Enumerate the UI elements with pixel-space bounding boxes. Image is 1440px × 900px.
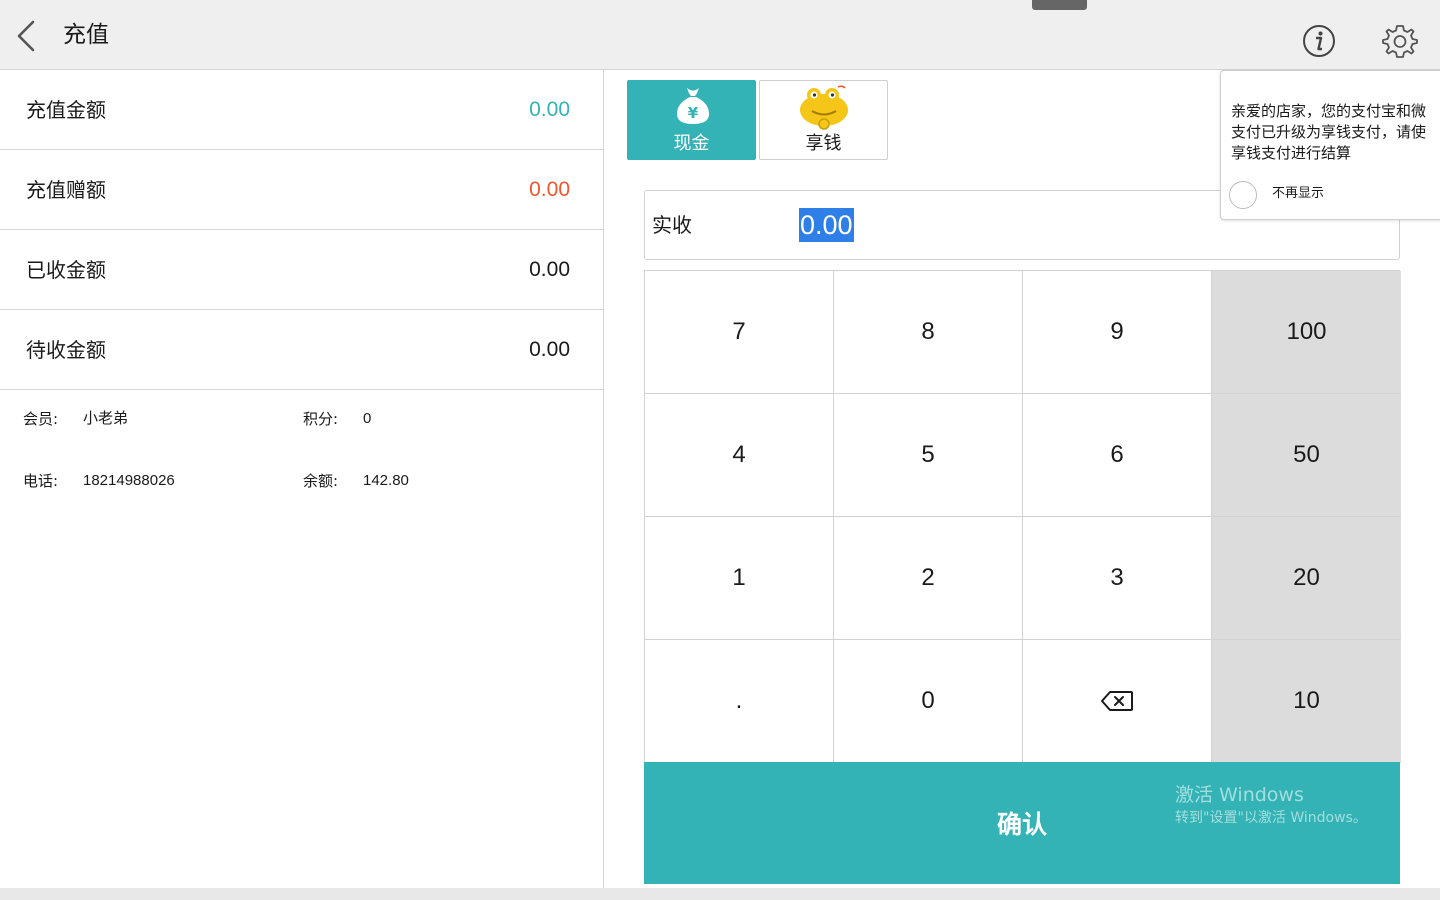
- received-amount-value: 0.00: [529, 258, 570, 281]
- key-backspace[interactable]: [1023, 640, 1212, 763]
- notice-line-1: 亲爱的店家，您的支付宝和微: [1231, 102, 1427, 120]
- info-icon: [1303, 25, 1335, 57]
- backspace-icon: [1101, 691, 1133, 711]
- recharge-amount-value: 0.00: [529, 98, 570, 121]
- key-4[interactable]: 4: [645, 394, 834, 517]
- key-1[interactable]: 1: [645, 517, 834, 640]
- key-0[interactable]: 0: [834, 640, 1023, 763]
- pending-amount-label: 待收金额: [26, 338, 106, 362]
- dont-show-again-label[interactable]: 不再显示: [1272, 185, 1324, 203]
- payment-tab-cash[interactable]: ¥ 现金: [627, 80, 756, 160]
- dont-show-again-checkbox[interactable]: [1229, 181, 1257, 209]
- balance-value: 142.80: [363, 472, 409, 489]
- notice-text: 亲爱的店家，您的支付宝和微 支付已升级为享钱支付，请使 享钱支付进行结算: [1231, 101, 1440, 164]
- recharge-summary-panel: 充值金额 0.00 充值赠额 0.00 已收金额 0.00 待收金额 0.00 …: [0, 70, 604, 888]
- info-button[interactable]: [1302, 24, 1336, 58]
- member-label: 会员:: [23, 410, 59, 428]
- balance-label: 余额:: [303, 472, 339, 490]
- notice-line-3: 享钱支付进行结算: [1231, 144, 1352, 162]
- received-amount-input[interactable]: 0.00: [799, 208, 854, 242]
- recharge-amount-label: 充值金额: [26, 98, 106, 122]
- gift-amount-label: 充值赠额: [26, 178, 106, 202]
- numeric-keypad: 7 8 9 100 4 5 6 50 1 2 3 20 . 0 10: [644, 270, 1401, 763]
- recharge-amount-row: 充值金额 0.00: [0, 70, 603, 150]
- key-quick-10[interactable]: 10: [1212, 640, 1401, 763]
- bottom-edge-bar: [0, 888, 1440, 900]
- received-amount-label: 已收金额: [26, 258, 106, 282]
- gear-icon: [1382, 25, 1418, 58]
- key-decimal[interactable]: .: [645, 640, 834, 763]
- payment-upgrade-notice: 亲爱的店家，您的支付宝和微 支付已升级为享钱支付，请使 享钱支付进行结算 不再显…: [1220, 70, 1440, 220]
- pending-amount-row: 待收金额 0.00: [0, 310, 603, 390]
- received-amount-row: 已收金额 0.00: [0, 230, 603, 310]
- member-name: 小老弟: [83, 410, 129, 427]
- page-title: 充值: [63, 22, 109, 48]
- payment-tab-xiangqian[interactable]: 享钱: [759, 80, 888, 160]
- payment-tab-cash-label: 现金: [673, 133, 710, 154]
- points-value: 0: [363, 410, 372, 427]
- key-9[interactable]: 9: [1023, 271, 1212, 394]
- windows-activation-watermark-title: 激活 Windows: [1175, 784, 1304, 806]
- windows-activation-watermark-hint: 转到"设置"以激活 Windows。: [1175, 810, 1367, 826]
- phone-value: 18214988026: [83, 472, 175, 489]
- top-bar: 充值: [0, 0, 1440, 70]
- settings-button[interactable]: [1382, 23, 1418, 59]
- key-7[interactable]: 7: [645, 271, 834, 394]
- top-drawer-handle[interactable]: [1032, 0, 1087, 10]
- pending-amount-value: 0.00: [529, 338, 570, 361]
- frog-mascot-icon: [800, 85, 848, 130]
- notice-line-2: 支付已升级为享钱支付，请使: [1231, 123, 1427, 141]
- received-amount-field-label: 实收: [652, 213, 692, 237]
- key-8[interactable]: 8: [834, 271, 1023, 394]
- points-label: 积分:: [303, 410, 339, 428]
- back-button[interactable]: [8, 14, 48, 58]
- payment-tab-xiangqian-label: 享钱: [805, 133, 842, 154]
- svg-text:¥: ¥: [688, 104, 699, 122]
- phone-label: 电话:: [23, 472, 59, 490]
- gift-amount-row: 充值赠额 0.00: [0, 150, 603, 230]
- key-quick-50[interactable]: 50: [1212, 394, 1401, 517]
- gift-amount-value: 0.00: [529, 178, 570, 201]
- key-5[interactable]: 5: [834, 394, 1023, 517]
- key-quick-100[interactable]: 100: [1212, 271, 1401, 394]
- key-6[interactable]: 6: [1023, 394, 1212, 517]
- cash-bag-icon: ¥: [677, 88, 709, 124]
- key-3[interactable]: 3: [1023, 517, 1212, 640]
- key-quick-20[interactable]: 20: [1212, 517, 1401, 640]
- chevron-left-icon: [17, 20, 35, 52]
- key-2[interactable]: 2: [834, 517, 1023, 640]
